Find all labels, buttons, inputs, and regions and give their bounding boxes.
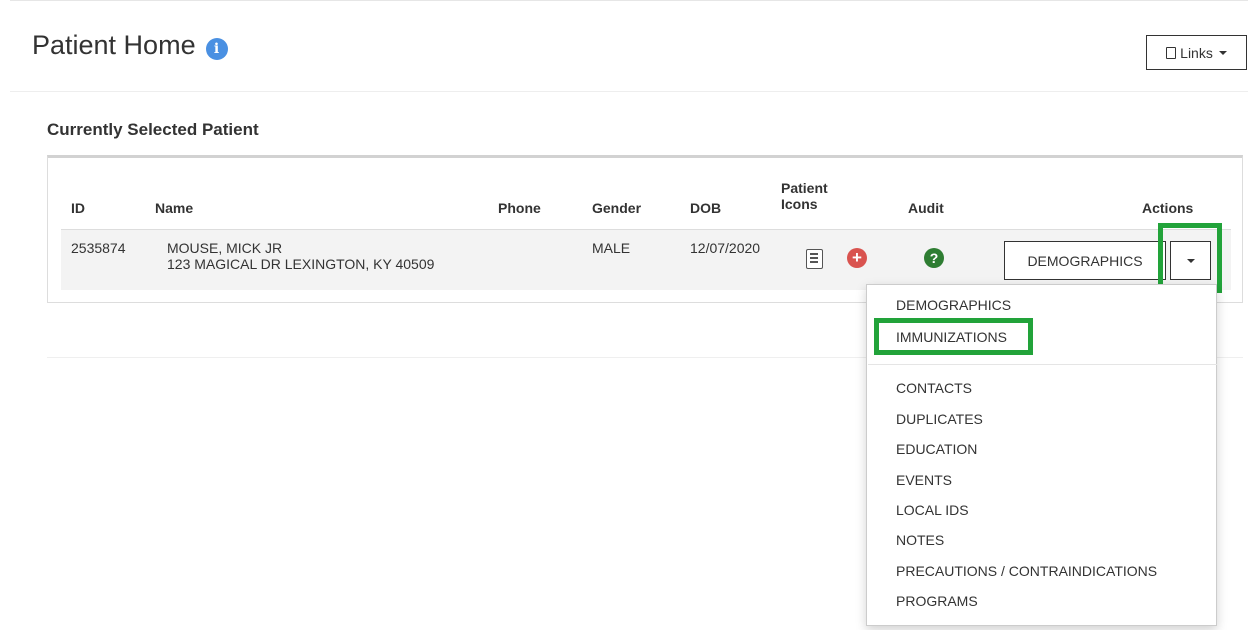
menu-item-duplicates[interactable]: DUPLICATES [896,411,983,427]
chart-icon[interactable] [806,249,823,269]
header-patient-icons: Patient Icons [781,180,828,212]
header-gender: Gender [592,200,642,216]
menu-item-education[interactable]: EDUCATION [896,441,977,457]
header-actions: Actions [1142,200,1194,216]
section-title: Currently Selected Patient [47,120,259,139]
menu-divider [868,364,1217,365]
cell-address: 123 MAGICAL DR LEXINGTON, KY 40509 [167,256,435,272]
cell-id: 2535874 [71,240,126,256]
caret-down-icon [1218,50,1227,55]
menu-item-events[interactable]: EVENTS [896,472,952,488]
top-border [10,0,1248,1]
menu-item-demographics[interactable]: DEMOGRAPHICS [896,297,1011,313]
cell-dob: 12/07/2020 [690,240,761,256]
menu-item-immunizations[interactable]: IMMUNIZATIONS [896,329,1007,345]
demographics-button[interactable]: DEMOGRAPHICS [1004,241,1166,280]
links-button[interactable]: Links [1146,35,1247,70]
plus-circle-icon[interactable]: + [847,248,867,268]
menu-item-notes[interactable]: NOTES [896,532,944,548]
header-phone: Phone [498,200,541,216]
actions-dropdown-toggle[interactable] [1170,241,1211,280]
menu-item-precautions[interactable]: PRECAUTIONS / CONTRAINDICATIONS [896,563,1157,579]
header-name: Name [155,200,194,216]
caret-down-icon [1186,258,1195,263]
header-dob: DOB [690,200,722,216]
menu-item-local-ids[interactable]: LOCAL IDS [896,502,969,518]
header-patient-icons-line2: Icons [781,196,818,212]
menu-item-programs[interactable]: PROGRAMS [896,593,978,609]
links-label: Links [1180,44,1213,61]
info-icon[interactable]: i [205,37,228,60]
header-patient-icons-line1: Patient [781,180,828,196]
header-id: ID [71,200,85,216]
header-divider [10,91,1248,92]
actions-dropdown-menu: DEMOGRAPHICS IMMUNIZATIONS CONTACTS DUPL… [866,284,1217,626]
header-audit: Audit [908,200,944,216]
page-title-text: Patient Home [32,30,196,60]
question-circle-icon[interactable]: ? [924,248,944,268]
cell-name: MOUSE, MICK JR [167,240,283,256]
cell-gender: MALE [592,240,631,256]
menu-item-contacts[interactable]: CONTACTS [896,380,972,396]
page-title: Patient Home i [32,30,228,61]
document-icon [1166,46,1177,59]
